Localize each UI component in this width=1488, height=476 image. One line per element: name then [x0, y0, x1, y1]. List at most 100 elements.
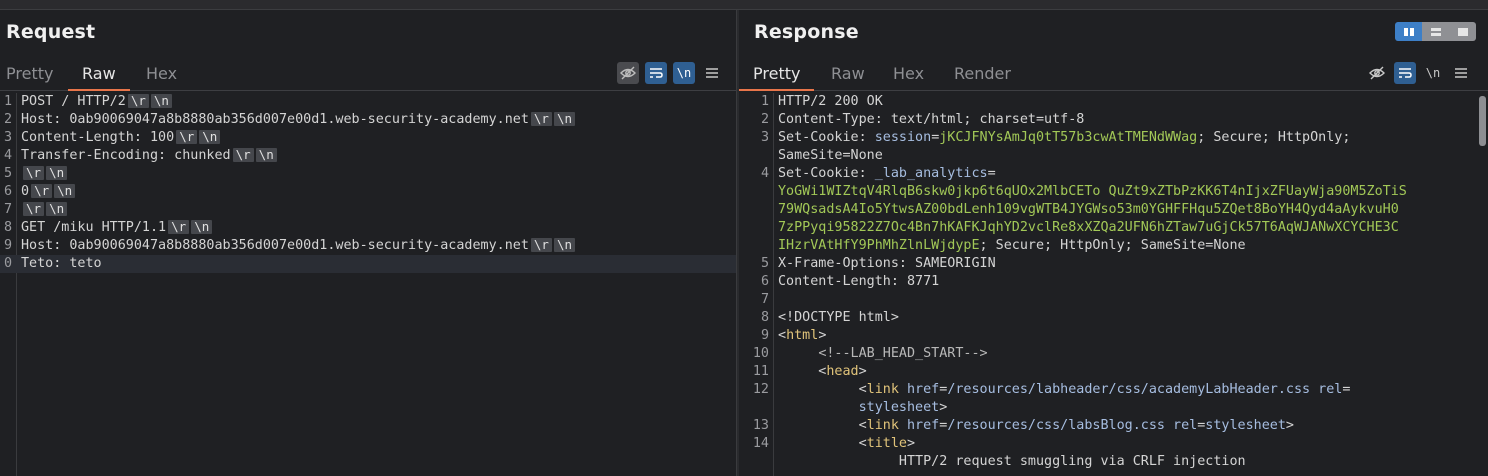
request-tab-hex[interactable]: Hex [132, 64, 191, 91]
token: = [987, 166, 996, 181]
request-line[interactable]: 3 Content-Length: 100 \r \n [0, 129, 736, 147]
token: rel [1318, 382, 1343, 397]
menu-icon[interactable] [701, 62, 723, 84]
token: rel [1173, 418, 1198, 433]
newline-icon[interactable]: \n [673, 62, 695, 84]
response-tab-pretty[interactable]: Pretty [739, 64, 815, 91]
wrap-icon[interactable] [1394, 62, 1416, 84]
line-number: 1 [760, 94, 769, 109]
request-line[interactable]: 2 Host: 0ab90069047a8b8880ab356d007e00d1.… [0, 111, 736, 129]
response-line[interactable]: SameSite=None [739, 147, 1488, 165]
response-tab-render[interactable]: Render [940, 64, 1025, 91]
response-line[interactable]: 9 <html> [739, 327, 1488, 345]
line-number: 0 [3, 256, 12, 271]
response-line[interactable]: YoGWi1WIZtqV4RlqB6skw0jkp6t6qUOx2MlbCETo… [739, 183, 1488, 201]
line-text: POST / HTTP/2 \r \n [21, 93, 172, 111]
response-line[interactable]: 79WQsadsA4Io5YtwsAZ00bdLenh109vgWTB4JYGW… [739, 201, 1488, 219]
eye-off-icon[interactable] [617, 62, 639, 84]
menu-icon[interactable] [1450, 62, 1472, 84]
response-line[interactable]: 14 <title> [739, 435, 1488, 453]
token: HTTP/2 200 OK [778, 94, 883, 109]
response-toolbar: \n [1366, 62, 1472, 84]
response-line[interactable]: 13 <link href=/resources/css/labsBlog.cs… [739, 417, 1488, 435]
token: html [786, 328, 819, 343]
token: session [874, 130, 932, 145]
response-scrollbar[interactable] [1479, 96, 1486, 146]
token: ; Secure; HttpOnly; SameSite=None [979, 238, 1246, 253]
response-line[interactable]: 3 Set-Cookie: session=jKCJFNYsAmJq0tT57b3… [739, 129, 1488, 147]
line-feed-marker: \n [46, 166, 68, 180]
line-number: 4 [760, 166, 769, 181]
response-line[interactable]: 6 Content-Length: 8771 [739, 273, 1488, 291]
request-line[interactable]: 5 \r \n [0, 165, 736, 183]
request-editor[interactable]: 1 POST / HTTP/2 \r \n 2 Host: 0ab90069047a8b8… [0, 93, 736, 476]
line-text: Content-Type: text/html; charset=utf-8 [778, 111, 1084, 129]
line-text: 7zPPyqi95822Z7Oc4Bn7hKAFKJqhYD2vclRe8xXZ… [778, 219, 1399, 237]
response-line[interactable]: IHzrVAtHfY9PhMhZlnLWjdypE; Secure; HttpO… [739, 237, 1488, 255]
token: 7zPPyqi95822Z7Oc4Bn7hKAFKJqhYD2vclRe8xXZ… [778, 220, 1399, 235]
line-text: 79WQsadsA4Io5YtwsAZ00bdLenh109vgWTB4JYGW… [778, 201, 1399, 219]
token: head [826, 364, 859, 379]
request-line[interactable]: 8 GET /miku HTTP/1.1 \r \n [0, 219, 736, 237]
line-number: 11 [752, 364, 769, 379]
token: href [907, 382, 940, 397]
line-number: 8 [3, 220, 12, 235]
line-number: 3 [760, 130, 769, 145]
line-text: <link href=/resources/css/labsBlog.css r… [778, 417, 1294, 435]
token: IHzrVAtHfY9PhMhZlnLWjdypE [778, 238, 980, 253]
response-line[interactable]: 11 <head> [739, 363, 1488, 381]
line-text: \r \n [21, 201, 68, 219]
line-number: 8 [760, 310, 769, 325]
token: <!DOCTYPE html> [778, 310, 899, 325]
response-line[interactable]: 7zPPyqi95822Z7Oc4Bn7hKAFKJqhYD2vclRe8xXZ… [739, 219, 1488, 237]
response-line[interactable]: 12 <link href = /resources/labheader/css/a… [739, 381, 1488, 399]
response-title: Response [754, 21, 859, 43]
line-number: 4 [3, 148, 12, 163]
request-line[interactable]: 9 Host: 0ab90069047a8b8880ab356d007e00d1.… [0, 237, 736, 255]
eye-off-icon[interactable] [1366, 62, 1388, 84]
response-line[interactable]: 1 HTTP/2 200 OK [739, 93, 1488, 111]
carriage-return-marker: \r [168, 220, 190, 234]
request-line[interactable]: 6 0 \r \n [0, 183, 736, 201]
token: Set-Cookie: [778, 130, 875, 145]
line-text: Set-Cookie: _lab_analytics= [778, 165, 996, 183]
token: href [907, 418, 940, 433]
request-tab-pretty[interactable]: Pretty [0, 64, 67, 91]
response-tab-raw[interactable]: Raw [817, 64, 879, 91]
line-text: Transfer-Encoding: chunked \r \n [21, 147, 277, 165]
newline-icon[interactable]: \n [1422, 62, 1444, 84]
response-line[interactable]: stylesheet> [739, 399, 1488, 417]
token: Set-Cookie: [778, 166, 875, 181]
response-line[interactable]: HTTP/2 request smuggling via CRLF inject… [739, 453, 1488, 471]
request-line[interactable]: 0 Teto: teto [0, 255, 736, 273]
single-pane-icon[interactable] [1449, 22, 1476, 41]
response-line[interactable]: 4 Set-Cookie: _lab_analytics= [739, 165, 1488, 183]
token: X-Frame-Options: SAMEORIGIN [778, 256, 996, 271]
line-feed-marker: \n [54, 184, 76, 198]
split-horizontal-icon[interactable] [1422, 22, 1449, 41]
response-line[interactable]: 7 [739, 291, 1488, 309]
token: stylesheet [1205, 418, 1286, 433]
line-number: 3 [3, 130, 12, 145]
token: /resources/css/labsBlog.css [947, 418, 1165, 433]
token: > [1285, 418, 1294, 433]
response-line[interactable]: 2 Content-Type: text/html; charset=utf-8 [739, 111, 1488, 129]
split-vertical-icon[interactable] [1395, 22, 1422, 41]
response-tab-hex[interactable]: Hex [879, 64, 938, 91]
line-text: Content-Length: 8771 [778, 273, 939, 291]
line-feed-marker: \n [150, 94, 172, 108]
response-line[interactable]: 5 X-Frame-Options: SAMEORIGIN [739, 255, 1488, 273]
token: < [778, 436, 867, 451]
response-line[interactable]: 8 <!DOCTYPE html> [739, 309, 1488, 327]
request-line[interactable]: 7 \r \n [0, 201, 736, 219]
request-tab-raw[interactable]: Raw [68, 64, 130, 91]
response-line[interactable]: 10 <!--LAB_HEAD_START--> [739, 345, 1488, 363]
line-text: YoGWi1WIZtqV4RlqB6skw0jkp6t6qUOx2MlbCETo… [778, 183, 1407, 201]
line-text: 0 \r \n [21, 183, 76, 201]
request-line[interactable]: 4 Transfer-Encoding: chunked \r \n [0, 147, 736, 165]
wrap-icon[interactable] [645, 62, 667, 84]
response-editor[interactable]: 1 HTTP/2 200 OK 2 Content-Type: text/html; … [739, 93, 1488, 476]
request-line[interactable]: 1 POST / HTTP/2 \r \n [0, 93, 736, 111]
